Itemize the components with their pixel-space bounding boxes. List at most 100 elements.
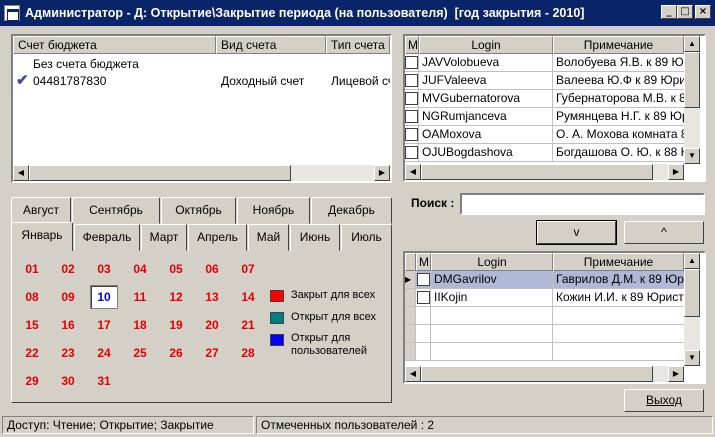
day-09[interactable]: 09: [53, 286, 83, 308]
scroll-left-icon[interactable]: ◀: [13, 165, 29, 181]
day-28[interactable]: 28: [233, 342, 263, 364]
row-checkbox[interactable]: [405, 92, 418, 105]
day-22[interactable]: 22: [17, 342, 47, 364]
day-10[interactable]: 10: [90, 285, 118, 309]
row-checkbox[interactable]: [405, 110, 418, 123]
minimize-button[interactable]: _: [661, 5, 677, 19]
day-14[interactable]: 14: [233, 286, 263, 308]
day-06[interactable]: 06: [197, 258, 227, 280]
selected-user-row[interactable]: IIKojin Кожин И.И. к 89 Юристы: [405, 289, 685, 307]
col-header-login[interactable]: Login: [431, 253, 553, 271]
budget-accounts-grid[interactable]: Счет бюджета Вид счета Тип счета Без сче…: [11, 34, 392, 183]
row-checkbox[interactable]: [405, 146, 418, 159]
tab-november[interactable]: Ноябрь: [237, 197, 310, 224]
day-24[interactable]: 24: [89, 342, 119, 364]
day-02[interactable]: 02: [53, 258, 83, 280]
users-top-hscrollbar[interactable]: ◀ ▶: [405, 164, 684, 180]
day-08[interactable]: 08: [17, 286, 47, 308]
scroll-thumb[interactable]: [684, 52, 700, 108]
user-row[interactable]: JUFValeeva Валеева Ю.Ф к 89 Юрис: [405, 72, 685, 90]
day-21[interactable]: 21: [233, 314, 263, 336]
row-checkbox[interactable]: [417, 273, 430, 286]
row-checkbox[interactable]: [405, 74, 418, 87]
search-input[interactable]: [460, 193, 705, 215]
scroll-up-icon[interactable]: ▲: [684, 36, 700, 52]
user-row[interactable]: OJUBogdashova Богдашова О. Ю. к 88 К: [405, 144, 685, 162]
day-29[interactable]: 29: [17, 370, 47, 392]
col-header-mark[interactable]: М: [416, 253, 431, 271]
exit-button[interactable]: Выход: [624, 389, 704, 412]
tab-june[interactable]: Июнь: [290, 224, 340, 251]
scroll-right-icon[interactable]: ▶: [668, 366, 684, 382]
day-04[interactable]: 04: [125, 258, 155, 280]
col-header-note[interactable]: Примечание: [553, 253, 684, 271]
budget-row-selected[interactable]: ✔ 04481787830 Доходный счет Лицевой сч: [13, 72, 390, 90]
scroll-up-icon[interactable]: ▲: [684, 253, 700, 269]
day-01[interactable]: 01: [17, 258, 47, 280]
tab-january[interactable]: Январь: [11, 222, 73, 251]
tab-october[interactable]: Октябрь: [161, 197, 236, 224]
day-12[interactable]: 12: [161, 286, 191, 308]
day-13[interactable]: 13: [197, 286, 227, 308]
day-15[interactable]: 15: [17, 314, 47, 336]
row-checkbox[interactable]: [405, 56, 418, 69]
users-grid-top[interactable]: М Login Примечание JAVVolobueva Волобуева…: [403, 34, 706, 182]
day-11[interactable]: 11: [125, 286, 155, 308]
tab-february[interactable]: Февраль: [74, 224, 140, 251]
day-25[interactable]: 25: [125, 342, 155, 364]
budget-hscrollbar[interactable]: ◀ ▶: [13, 165, 390, 181]
scroll-thumb[interactable]: [421, 164, 653, 180]
tab-september[interactable]: Сентябрь: [72, 197, 160, 224]
tab-july[interactable]: Июль: [341, 224, 392, 251]
scroll-down-icon[interactable]: ▼: [684, 148, 700, 164]
row-checkbox[interactable]: [405, 128, 418, 141]
selected-user-row[interactable]: ▶ DMGavrilov Гаврилов Д.М. к 89 Юрис: [405, 271, 685, 289]
col-header-account-kind[interactable]: Вид счета: [216, 36, 326, 54]
day-30[interactable]: 30: [53, 370, 83, 392]
scroll-right-icon[interactable]: ▶: [374, 165, 390, 181]
tab-december[interactable]: Декабрь: [311, 197, 392, 224]
scroll-thumb[interactable]: [684, 269, 700, 317]
day-19[interactable]: 19: [161, 314, 191, 336]
tab-march[interactable]: Март: [141, 224, 187, 251]
row-checkbox[interactable]: [417, 291, 430, 304]
scroll-left-icon[interactable]: ◀: [405, 164, 421, 180]
users-top-vscrollbar[interactable]: ▲ ▼: [684, 36, 700, 164]
scroll-down-icon[interactable]: ▼: [684, 350, 700, 366]
scroll-thumb[interactable]: [421, 366, 653, 382]
user-row[interactable]: OAMoxova О. А. Мохова комната 8: [405, 126, 685, 144]
user-row[interactable]: NGRumjanceva Румянцева Н.Г. к 89 Юр: [405, 108, 685, 126]
scroll-thumb[interactable]: [29, 165, 291, 181]
maximize-button[interactable]: □: [677, 5, 693, 19]
day-05[interactable]: 05: [161, 258, 191, 280]
day-17[interactable]: 17: [89, 314, 119, 336]
tab-april[interactable]: Апрель: [188, 224, 247, 251]
budget-row[interactable]: Без счета бюджета: [13, 55, 390, 73]
day-23[interactable]: 23: [53, 342, 83, 364]
col-header-account-type[interactable]: Тип счета: [326, 36, 390, 54]
user-row[interactable]: JAVVolobueva Волобуева Я.В. к 89 Юр: [405, 54, 685, 72]
users-grid-bottom[interactable]: М Login Примечание ▶ DMGavrilov Гаврилов Д…: [403, 251, 706, 384]
col-header-login[interactable]: Login: [419, 36, 553, 54]
day-18[interactable]: 18: [125, 314, 155, 336]
close-button[interactable]: ×: [695, 5, 711, 19]
day-27[interactable]: 27: [197, 342, 227, 364]
day-31[interactable]: 31: [89, 370, 119, 392]
tab-august[interactable]: Август: [11, 197, 71, 224]
move-up-button[interactable]: ^: [624, 221, 704, 244]
day-16[interactable]: 16: [53, 314, 83, 336]
users-bottom-hscrollbar[interactable]: ◀ ▶: [405, 366, 684, 382]
col-header-note[interactable]: Примечание: [553, 36, 684, 54]
col-header-mark[interactable]: М: [405, 36, 419, 54]
col-header-budget-account[interactable]: Счет бюджета: [13, 36, 216, 54]
move-down-button[interactable]: v: [536, 220, 617, 245]
day-26[interactable]: 26: [161, 342, 191, 364]
scroll-right-icon[interactable]: ▶: [668, 164, 684, 180]
day-03[interactable]: 03: [89, 258, 119, 280]
day-20[interactable]: 20: [197, 314, 227, 336]
user-row[interactable]: MVGubernatorova Губернаторова М.В. к 8: [405, 90, 685, 108]
tab-may[interactable]: Май: [248, 224, 289, 251]
day-07[interactable]: 07: [233, 258, 263, 280]
scroll-left-icon[interactable]: ◀: [405, 366, 421, 382]
users-bottom-vscrollbar[interactable]: ▲ ▼: [684, 253, 700, 366]
